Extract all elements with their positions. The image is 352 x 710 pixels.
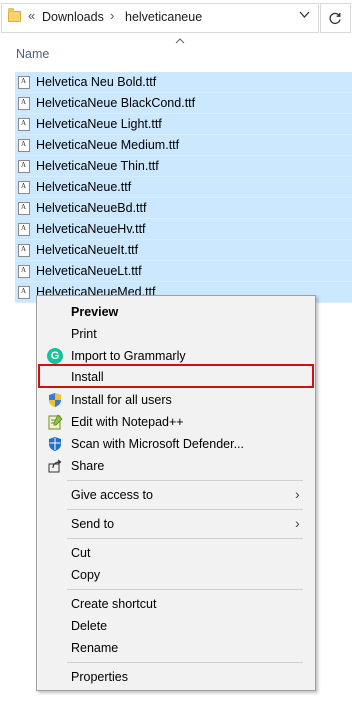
font-file-icon bbox=[18, 286, 30, 299]
menu-item-notepad[interactable]: Edit with Notepad++ bbox=[37, 411, 315, 433]
menu-label: Give access to bbox=[71, 488, 153, 502]
menu-separator bbox=[67, 589, 303, 590]
file-name: HelveticaNeueLt.ttf bbox=[36, 264, 142, 278]
file-name: Helvetica Neu Bold.ttf bbox=[36, 75, 157, 89]
menu-label: Import to Grammarly bbox=[71, 349, 186, 363]
file-name: HelveticaNeue Light.ttf bbox=[36, 117, 162, 131]
file-name: HelveticaNeue Medium.ttf bbox=[36, 138, 180, 152]
menu-item-print[interactable]: Print bbox=[37, 323, 315, 345]
font-file-icon bbox=[18, 265, 30, 278]
menu-label: Preview bbox=[71, 305, 119, 319]
defender-icon bbox=[47, 436, 63, 452]
submenu-arrow-icon: › bbox=[295, 486, 300, 502]
menu-label: Install bbox=[71, 370, 104, 384]
list-item[interactable]: HelveticaNeue Light.ttf bbox=[15, 114, 352, 135]
font-file-icon bbox=[18, 202, 30, 215]
file-name: HelveticaNeueIt.ttf bbox=[36, 243, 139, 257]
menu-item-properties[interactable]: Properties bbox=[37, 666, 315, 688]
font-file-icon bbox=[18, 223, 30, 236]
menu-item-delete[interactable]: Delete bbox=[37, 615, 315, 637]
list-item[interactable]: HelveticaNeueLt.ttf bbox=[15, 261, 352, 282]
file-name: HelveticaNeue BlackCond.ttf bbox=[36, 96, 196, 110]
menu-separator bbox=[67, 662, 303, 663]
font-file-icon bbox=[18, 139, 30, 152]
sort-up-icon bbox=[175, 36, 185, 47]
menu-label: Properties bbox=[71, 670, 128, 684]
menu-item-send-to[interactable]: Send to › bbox=[37, 513, 315, 535]
refresh-button[interactable] bbox=[320, 3, 351, 33]
list-item[interactable]: HelveticaNeueHv.ttf bbox=[15, 219, 352, 240]
notepad-plus-plus-icon bbox=[47, 414, 63, 430]
overflow-icon[interactable]: « bbox=[28, 8, 35, 23]
submenu-arrow-icon: › bbox=[295, 515, 300, 531]
list-item[interactable]: HelveticaNeueBd.ttf bbox=[15, 198, 352, 219]
breadcrumb-helveticaneue[interactable]: helveticaneue bbox=[125, 10, 202, 24]
column-name-header[interactable]: Name bbox=[16, 47, 49, 61]
file-name: HelveticaNeueBd.ttf bbox=[36, 201, 147, 215]
menu-separator bbox=[67, 509, 303, 510]
list-item[interactable]: Helvetica Neu Bold.ttf bbox=[15, 72, 352, 93]
address-bar: « Downloads › helveticaneue bbox=[0, 0, 352, 36]
list-item[interactable]: HelveticaNeueIt.ttf bbox=[15, 240, 352, 261]
menu-label: Install for all users bbox=[71, 393, 172, 407]
list-item[interactable]: HelveticaNeue Thin.ttf bbox=[15, 156, 352, 177]
font-file-icon bbox=[18, 76, 30, 89]
menu-item-give-access[interactable]: Give access to › bbox=[37, 484, 315, 506]
menu-label: Rename bbox=[71, 641, 119, 655]
menu-item-copy[interactable]: Copy bbox=[37, 564, 315, 586]
file-list: Helvetica Neu Bold.ttf HelveticaNeue Bla… bbox=[15, 72, 352, 303]
menu-item-defender[interactable]: Scan with Microsoft Defender... bbox=[37, 433, 315, 455]
grammarly-icon: G bbox=[47, 348, 63, 364]
font-file-icon bbox=[18, 160, 30, 173]
font-file-icon bbox=[18, 97, 30, 110]
breadcrumb-separator: › bbox=[110, 8, 115, 23]
context-menu: Preview Print G Import to Grammarly Inst… bbox=[36, 295, 316, 691]
menu-label: Edit with Notepad++ bbox=[71, 415, 184, 429]
menu-label: Print bbox=[71, 327, 97, 341]
menu-label: Copy bbox=[71, 568, 101, 582]
font-file-icon bbox=[18, 181, 30, 194]
menu-separator bbox=[67, 538, 303, 539]
menu-label: Send to bbox=[71, 517, 115, 531]
file-name: HelveticaNeue Thin.ttf bbox=[36, 159, 159, 173]
menu-label: Cut bbox=[71, 546, 91, 560]
chevron-down-icon[interactable] bbox=[299, 10, 310, 22]
menu-item-rename[interactable]: Rename bbox=[37, 637, 315, 659]
menu-separator bbox=[67, 480, 303, 481]
menu-label: Delete bbox=[71, 619, 108, 633]
font-file-icon bbox=[18, 244, 30, 257]
folder-icon bbox=[8, 8, 21, 22]
menu-label: Scan with Microsoft Defender... bbox=[71, 437, 244, 451]
uac-shield-icon bbox=[47, 392, 63, 408]
list-item[interactable]: HelveticaNeue Medium.ttf bbox=[15, 135, 352, 156]
menu-label: Create shortcut bbox=[71, 597, 157, 611]
list-item[interactable]: HelveticaNeue.ttf bbox=[15, 177, 352, 198]
menu-item-share[interactable]: Share bbox=[37, 455, 315, 477]
menu-item-create-shortcut[interactable]: Create shortcut bbox=[37, 593, 315, 615]
menu-item-cut[interactable]: Cut bbox=[37, 542, 315, 564]
menu-label: Share bbox=[71, 459, 105, 473]
font-file-icon bbox=[18, 118, 30, 131]
menu-item-preview[interactable]: Preview bbox=[37, 301, 315, 323]
menu-item-install[interactable]: Install bbox=[37, 366, 315, 388]
file-name: HelveticaNeue.ttf bbox=[36, 180, 132, 194]
menu-item-install-all-users[interactable]: Install for all users bbox=[37, 389, 315, 411]
breadcrumb-downloads[interactable]: Downloads bbox=[42, 10, 104, 24]
list-item[interactable]: HelveticaNeue BlackCond.ttf bbox=[15, 93, 352, 114]
file-name: HelveticaNeueHv.ttf bbox=[36, 222, 146, 236]
share-icon bbox=[47, 458, 63, 474]
column-header: Name bbox=[0, 36, 352, 70]
refresh-icon bbox=[329, 12, 342, 29]
